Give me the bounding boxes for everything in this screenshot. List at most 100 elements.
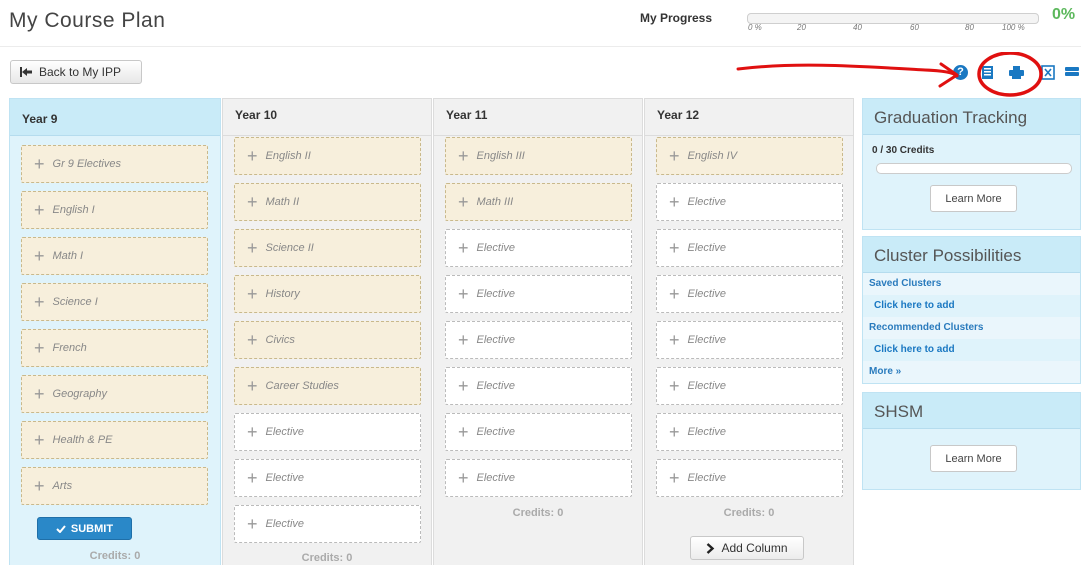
course-card[interactable]: + English II [234, 137, 421, 175]
course-card[interactable]: + Geography [21, 375, 208, 413]
course-card[interactable]: + Elective [234, 413, 421, 451]
plus-icon: + [34, 200, 45, 220]
progress-tick: 80 [965, 23, 974, 32]
add-column-button[interactable]: Add Column [690, 536, 804, 560]
year-9-column: Year 9 + Gr 9 Electives + English I + Math I +… [9, 98, 221, 565]
progress-tick: 100 % [1002, 23, 1025, 32]
shsm-panel: SHSM Learn More [862, 392, 1081, 490]
saved-clusters-label: Saved Clusters [863, 273, 1080, 295]
course-card[interactable]: + Health & PE [21, 421, 208, 459]
course-card[interactable]: + Elective [656, 275, 843, 313]
course-label: Arts [52, 480, 73, 492]
plus-icon: + [458, 468, 469, 488]
course-card[interactable]: + Elective [445, 275, 632, 313]
plus-icon: + [458, 192, 469, 212]
panel-title: Graduation Tracking [863, 99, 1080, 135]
recommended-clusters-add-link[interactable]: Click here to add [863, 339, 1080, 361]
plus-icon: + [34, 338, 45, 358]
course-card[interactable]: + Elective [445, 413, 632, 451]
year-10-column: Year 10 + English II + Math II + Science II + H… [222, 98, 432, 565]
course-label: English IV [687, 150, 738, 162]
course-card[interactable]: + Elective [445, 367, 632, 405]
course-card[interactable]: + Math I [21, 237, 208, 275]
graduation-learn-more-button[interactable]: Learn More [930, 185, 1017, 212]
course-label: Elective [687, 334, 727, 346]
add-column-label: Add Column [721, 541, 788, 555]
column-title: Year 10 [223, 99, 431, 136]
course-card[interactable]: + Career Studies [234, 367, 421, 405]
plus-icon: + [34, 246, 45, 266]
progress-tick: 0 % [748, 23, 762, 32]
check-icon [56, 524, 66, 533]
column-title: Year 12 [645, 99, 853, 136]
course-card[interactable]: + Science II [234, 229, 421, 267]
back-to-ipp-button[interactable]: Back to My IPP [10, 60, 142, 84]
course-card[interactable]: + Science I [21, 283, 208, 321]
course-card[interactable]: + Elective [656, 367, 843, 405]
course-card[interactable]: + Elective [234, 459, 421, 497]
course-label: Science II [265, 242, 314, 254]
course-card[interactable]: + Math II [234, 183, 421, 221]
plus-icon: + [458, 330, 469, 350]
course-card[interactable]: + French [21, 329, 208, 367]
course-label: Gr 9 Electives [52, 158, 121, 170]
course-card[interactable]: + Elective [234, 505, 421, 543]
progress-tick: 60 [910, 23, 919, 32]
plus-icon: + [669, 468, 680, 488]
course-card[interactable]: + English IV [656, 137, 843, 175]
plus-icon: + [669, 284, 680, 304]
plus-icon: + [247, 422, 258, 442]
course-label: Elective [687, 380, 727, 392]
course-label: Elective [476, 472, 516, 484]
column-credits: Credits: 0 [89, 550, 141, 562]
course-label: Elective [687, 242, 727, 254]
plus-icon: + [247, 238, 258, 258]
course-card[interactable]: + Elective [656, 413, 843, 451]
course-label: English II [265, 150, 311, 162]
header-divider [0, 46, 1081, 47]
course-card[interactable]: + Elective [445, 229, 632, 267]
course-card[interactable]: + Arts [21, 467, 208, 505]
course-label: Career Studies [265, 380, 339, 392]
course-label: Elective [687, 288, 727, 300]
course-label: Math II [265, 196, 300, 208]
submit-button[interactable]: SUBMIT [37, 517, 132, 540]
column-credits: Credits: 0 [301, 552, 353, 564]
year-12-column: Year 12 + English IV + Elective + Elective + El… [644, 98, 854, 565]
shsm-learn-more-button[interactable]: Learn More [930, 445, 1017, 472]
plus-icon: + [669, 192, 680, 212]
course-card[interactable]: + History [234, 275, 421, 313]
plus-icon: + [34, 476, 45, 496]
plus-icon: + [669, 376, 680, 396]
plus-icon: + [669, 422, 680, 442]
course-label: Elective [265, 472, 305, 484]
course-label: Elective [476, 334, 516, 346]
cluster-possibilities-panel: Cluster Possibilities Saved Clusters Cli… [862, 236, 1081, 384]
course-label: Elective [476, 380, 516, 392]
course-card[interactable]: + Gr 9 Electives [21, 145, 208, 183]
course-card[interactable]: + Elective [656, 229, 843, 267]
course-card[interactable]: + Elective [445, 459, 632, 497]
course-label: Math III [476, 196, 514, 208]
plus-icon: + [247, 192, 258, 212]
course-label: Elective [476, 242, 516, 254]
course-card[interactable]: + Elective [656, 321, 843, 359]
plus-icon: + [247, 468, 258, 488]
course-label: Elective [265, 518, 305, 530]
course-card[interactable]: + English III [445, 137, 632, 175]
progress-percent: 0% [1052, 6, 1076, 23]
course-card[interactable]: + Math III [445, 183, 632, 221]
course-card[interactable]: + English I [21, 191, 208, 229]
saved-clusters-add-link[interactable]: Click here to add [863, 295, 1080, 317]
course-label: Elective [687, 196, 727, 208]
more-clusters-link[interactable]: More » [863, 361, 1080, 383]
course-card[interactable]: + Elective [656, 459, 843, 497]
recommended-clusters-label: Recommended Clusters [863, 317, 1080, 339]
course-card[interactable]: + Elective [656, 183, 843, 221]
plus-icon: + [247, 376, 258, 396]
progress-bar [747, 13, 1039, 24]
course-card[interactable]: + Elective [445, 321, 632, 359]
plus-icon: + [458, 238, 469, 258]
course-label: English I [52, 204, 95, 216]
course-card[interactable]: + Civics [234, 321, 421, 359]
